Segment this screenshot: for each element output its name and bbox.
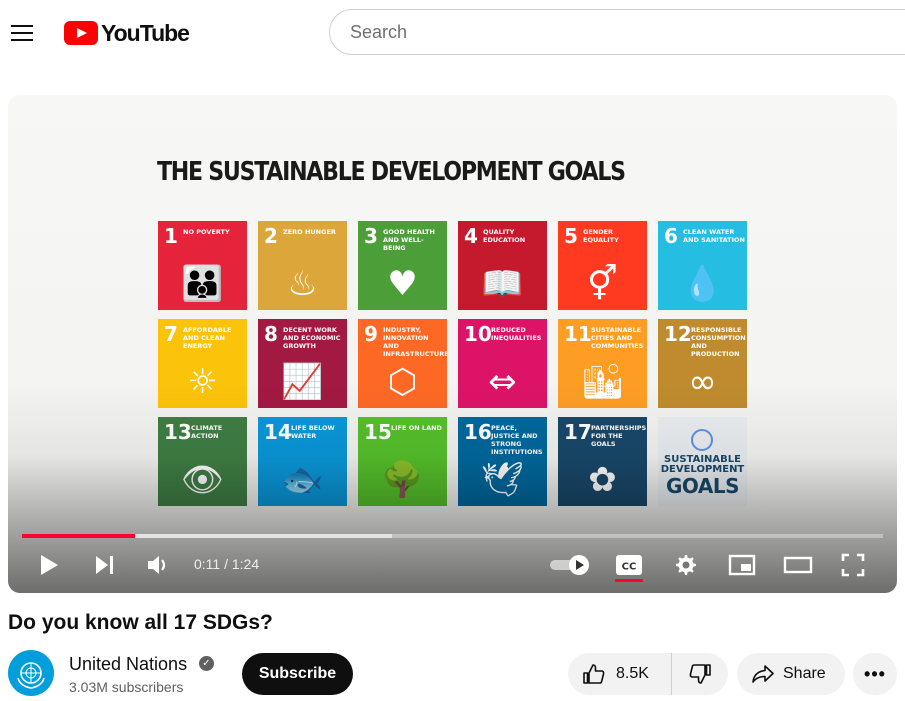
like-dislike-group: 8.5K bbox=[568, 653, 728, 695]
captions-active-indicator bbox=[615, 579, 643, 582]
hamburger-menu-icon[interactable] bbox=[6, 17, 38, 49]
sdg-number: 11 bbox=[564, 322, 592, 346]
dislike-button[interactable] bbox=[672, 653, 728, 695]
fullscreen-button[interactable] bbox=[838, 550, 868, 580]
sdg-label: NO POVERTY bbox=[183, 228, 230, 236]
gear-icon bbox=[676, 555, 696, 575]
sdg-label: REDUCED INEQUALITIES bbox=[491, 326, 542, 342]
sdg-icon: ♥ bbox=[387, 264, 418, 304]
sdg-label: SUSTAINABLE CITIES AND COMMUNITIES bbox=[591, 326, 644, 350]
sdg-label: GOOD HEALTH AND WELL-BEING bbox=[383, 228, 435, 252]
more-icon: ••• bbox=[864, 663, 886, 684]
youtube-play-logo-icon bbox=[64, 21, 98, 45]
search-input[interactable] bbox=[329, 9, 905, 55]
sdg-number: 9 bbox=[364, 322, 378, 346]
sdg-number: 5 bbox=[564, 224, 578, 248]
thumbs-up-icon bbox=[583, 664, 605, 684]
settings-button[interactable] bbox=[672, 550, 700, 580]
sdg-label: DECENT WORK AND ECONOMIC GROWTH bbox=[283, 326, 341, 350]
fullscreen-icon bbox=[841, 553, 865, 577]
sdg-label: ZERO HUNGER bbox=[283, 228, 336, 236]
sdg-tile-3: 3 GOOD HEALTH AND WELL-BEING ♥ bbox=[358, 221, 447, 310]
video-frame-heading: THE SUSTAINABLE DEVELOPMENT GOALS bbox=[157, 157, 626, 187]
sdg-label: AFFORDABLE AND CLEAN ENERGY bbox=[183, 326, 232, 350]
video-player[interactable]: THE SUSTAINABLE DEVELOPMENT GOALS 1 NO PO… bbox=[8, 95, 897, 593]
share-button[interactable]: Share bbox=[737, 653, 845, 695]
sdg-number: 1 bbox=[164, 224, 178, 248]
sdg-icon: 💧 bbox=[681, 264, 724, 304]
sdg-tile-6: 6 CLEAN WATER AND SANITATION 💧 bbox=[658, 221, 747, 310]
like-button[interactable]: 8.5K bbox=[568, 653, 672, 695]
play-icon bbox=[41, 555, 58, 575]
sdg-icon: ⚥ bbox=[587, 264, 618, 304]
cc-label: CC bbox=[622, 562, 637, 573]
autoplay-toggle-icon bbox=[550, 555, 589, 575]
sdg-tile-1: 1 NO POVERTY 👪 bbox=[158, 221, 247, 310]
play-button[interactable] bbox=[36, 550, 62, 580]
progress-bar[interactable] bbox=[22, 534, 883, 538]
autoplay-toggle[interactable] bbox=[548, 550, 592, 580]
logo-text: YouTube bbox=[101, 19, 190, 46]
sdg-number: 2 bbox=[264, 224, 278, 248]
subscribe-button[interactable]: Subscribe bbox=[242, 653, 353, 695]
sdg-label: QUALITY EDUCATION bbox=[483, 228, 526, 244]
theater-mode-button[interactable] bbox=[782, 550, 814, 580]
sdg-label: RESPONSIBLE CONSUMPTION AND PRODUCTION bbox=[691, 326, 746, 358]
share-label: Share bbox=[783, 665, 826, 682]
thumbs-down-icon bbox=[689, 664, 711, 684]
sdg-number: 7 bbox=[164, 322, 178, 346]
sdg-icon: 📖 bbox=[481, 264, 524, 304]
masthead: YouTube bbox=[0, 0, 905, 66]
next-icon bbox=[96, 556, 113, 574]
sdg-number: 6 bbox=[664, 224, 678, 248]
played-fill bbox=[22, 534, 135, 538]
share-arrow-icon bbox=[752, 665, 774, 683]
theater-mode-icon bbox=[783, 556, 813, 574]
controls-gradient bbox=[8, 383, 897, 593]
captions-button[interactable]: CC bbox=[614, 550, 644, 580]
like-count: 8.5K bbox=[616, 665, 649, 682]
next-button[interactable] bbox=[92, 550, 118, 580]
sdg-tile-5: 5 GENDER EQUALITY ⚥ bbox=[558, 221, 647, 310]
sdg-tile-2: 2 ZERO HUNGER ♨ bbox=[258, 221, 347, 310]
miniplayer-icon bbox=[728, 554, 756, 576]
un-emblem-icon bbox=[17, 662, 45, 689]
time-display: 0:11 / 1:24 bbox=[194, 556, 260, 572]
sdg-label: GENDER EQUALITY bbox=[583, 228, 619, 244]
sdg-icon: 👪 bbox=[181, 264, 224, 304]
subscriber-count: 3.03M subscribers bbox=[69, 679, 184, 695]
sdg-number: 4 bbox=[464, 224, 478, 248]
channel-avatar[interactable] bbox=[8, 650, 54, 696]
volume-icon bbox=[148, 556, 166, 574]
more-actions-button[interactable]: ••• bbox=[853, 653, 897, 695]
sdg-number: 8 bbox=[264, 322, 278, 346]
sdg-number: 12 bbox=[664, 322, 692, 346]
video-title: Do you know all 17 SDGs? bbox=[8, 611, 273, 634]
miniplayer-button[interactable] bbox=[726, 550, 758, 580]
cc-icon: CC bbox=[616, 555, 642, 575]
channel-name[interactable]: United Nations bbox=[69, 654, 187, 675]
verified-check-icon: ✓ bbox=[199, 656, 214, 671]
sdg-number: 3 bbox=[364, 224, 378, 248]
sdg-number: 10 bbox=[464, 322, 492, 346]
youtube-logo[interactable]: YouTube bbox=[64, 19, 190, 46]
sdg-label: INDUSTRY, INNOVATION AND INFRASTRUCTURE bbox=[383, 326, 447, 358]
sdg-tile-4: 4 QUALITY EDUCATION 📖 bbox=[458, 221, 547, 310]
sdg-label: CLEAN WATER AND SANITATION bbox=[683, 228, 745, 244]
sdg-icon: ♨ bbox=[287, 264, 318, 304]
volume-button[interactable] bbox=[145, 550, 173, 580]
